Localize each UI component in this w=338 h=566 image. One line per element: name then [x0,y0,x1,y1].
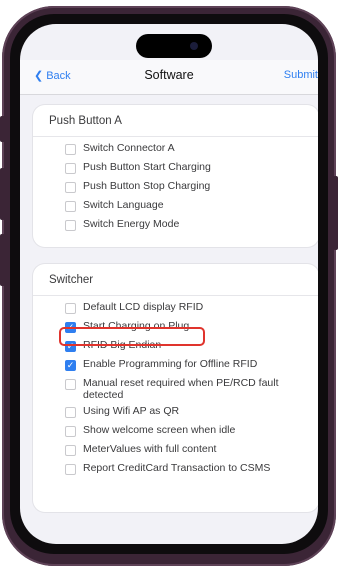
checkbox-unchecked[interactable] [65,144,76,155]
option-label: Enable Programming for Offline RFID [83,358,258,370]
checkbox-option[interactable]: Default LCD display RFID [65,301,309,320]
option-label: Report CreditCard Transaction to CSMS [83,462,271,474]
checkbox-option[interactable]: Manual reset required when PE/RCD fault … [65,377,309,405]
option-label: Switch Connector A [83,142,175,154]
checkbox-unchecked[interactable] [65,201,76,212]
option-label: Using Wifi AP as QR [83,405,180,417]
checkbox-unchecked[interactable] [65,163,76,174]
option-label: RFID Big Endian [83,339,162,351]
option-label: Manual reset required when PE/RCD fault … [83,377,279,401]
checkbox-option[interactable]: ✓ Start Charging on Plug [65,320,309,339]
checkbox-option[interactable]: MeterValues with full content [65,443,309,462]
checkbox-unchecked[interactable] [65,303,76,314]
phone-screen: ❮ Back Software Submit Push Button A Swi… [20,24,318,544]
checkbox-unchecked[interactable] [65,379,76,390]
checkbox-unchecked[interactable] [65,464,76,475]
checkbox-unchecked[interactable] [65,182,76,193]
push-button-a-options: Switch Connector A Push Button Start Char… [65,142,309,237]
option-label: Default LCD display RFID [83,301,204,313]
checkbox-unchecked[interactable] [65,445,76,456]
front-camera-icon [190,42,198,50]
checkbox-unchecked[interactable] [65,426,76,437]
checkbox-option[interactable]: Show welcome screen when idle [65,424,309,443]
checkbox-option[interactable]: Switch Connector A [65,142,309,161]
checkmark-icon: ✓ [66,341,75,351]
navigation-bar: ❮ Back Software Submit [20,60,318,95]
checkbox-option[interactable]: ✓ Enable Programming for Offline RFID [65,358,309,377]
option-label: Push Button Start Charging [83,161,211,173]
checkmark-icon: ✓ [66,322,75,332]
power-button [333,176,338,250]
section-title: Switcher [49,274,94,286]
checkbox-option[interactable]: ✓ RFID Big Endian [65,339,309,358]
divider [33,295,318,296]
checkbox-option[interactable]: Switch Language [65,199,309,218]
action-button [0,116,5,142]
page-title: Software [144,68,194,82]
checkbox-unchecked[interactable] [65,407,76,418]
checkbox-unchecked[interactable] [65,220,76,231]
submit-button[interactable]: Submit [284,69,318,81]
section-title: Push Button A [49,115,122,127]
checkbox-option[interactable]: Push Button Start Charging [65,161,309,180]
volume-down-button [0,234,5,286]
option-label: Switch Language [83,199,164,211]
checkmark-icon: ✓ [66,360,75,370]
switcher-section: Switcher Default LCD display RFID ✓ Start … [33,264,318,512]
switcher-options: Default LCD display RFID ✓ Start Charging … [65,301,309,481]
push-button-a-section: Push Button A Switch Connector A Push But… [33,105,318,247]
checkbox-option[interactable]: Push Button Stop Charging [65,180,309,199]
checkbox-checked[interactable]: ✓ [65,360,76,371]
checkbox-option[interactable]: Using Wifi AP as QR [65,405,309,424]
checkbox-checked[interactable]: ✓ [65,322,76,333]
option-label: MeterValues with full content [83,443,217,455]
volume-up-button [0,168,5,220]
option-label: Start Charging on Plug [83,320,190,332]
checkbox-checked[interactable]: ✓ [65,341,76,352]
divider [33,136,318,137]
option-label: Show welcome screen when idle [83,424,236,436]
dynamic-island [136,34,212,58]
option-label: Push Button Stop Charging [83,180,211,192]
checkbox-option[interactable]: Report CreditCard Transaction to CSMS [65,462,309,481]
option-label: Switch Energy Mode [83,218,180,230]
checkbox-option[interactable]: Switch Energy Mode [65,218,309,237]
